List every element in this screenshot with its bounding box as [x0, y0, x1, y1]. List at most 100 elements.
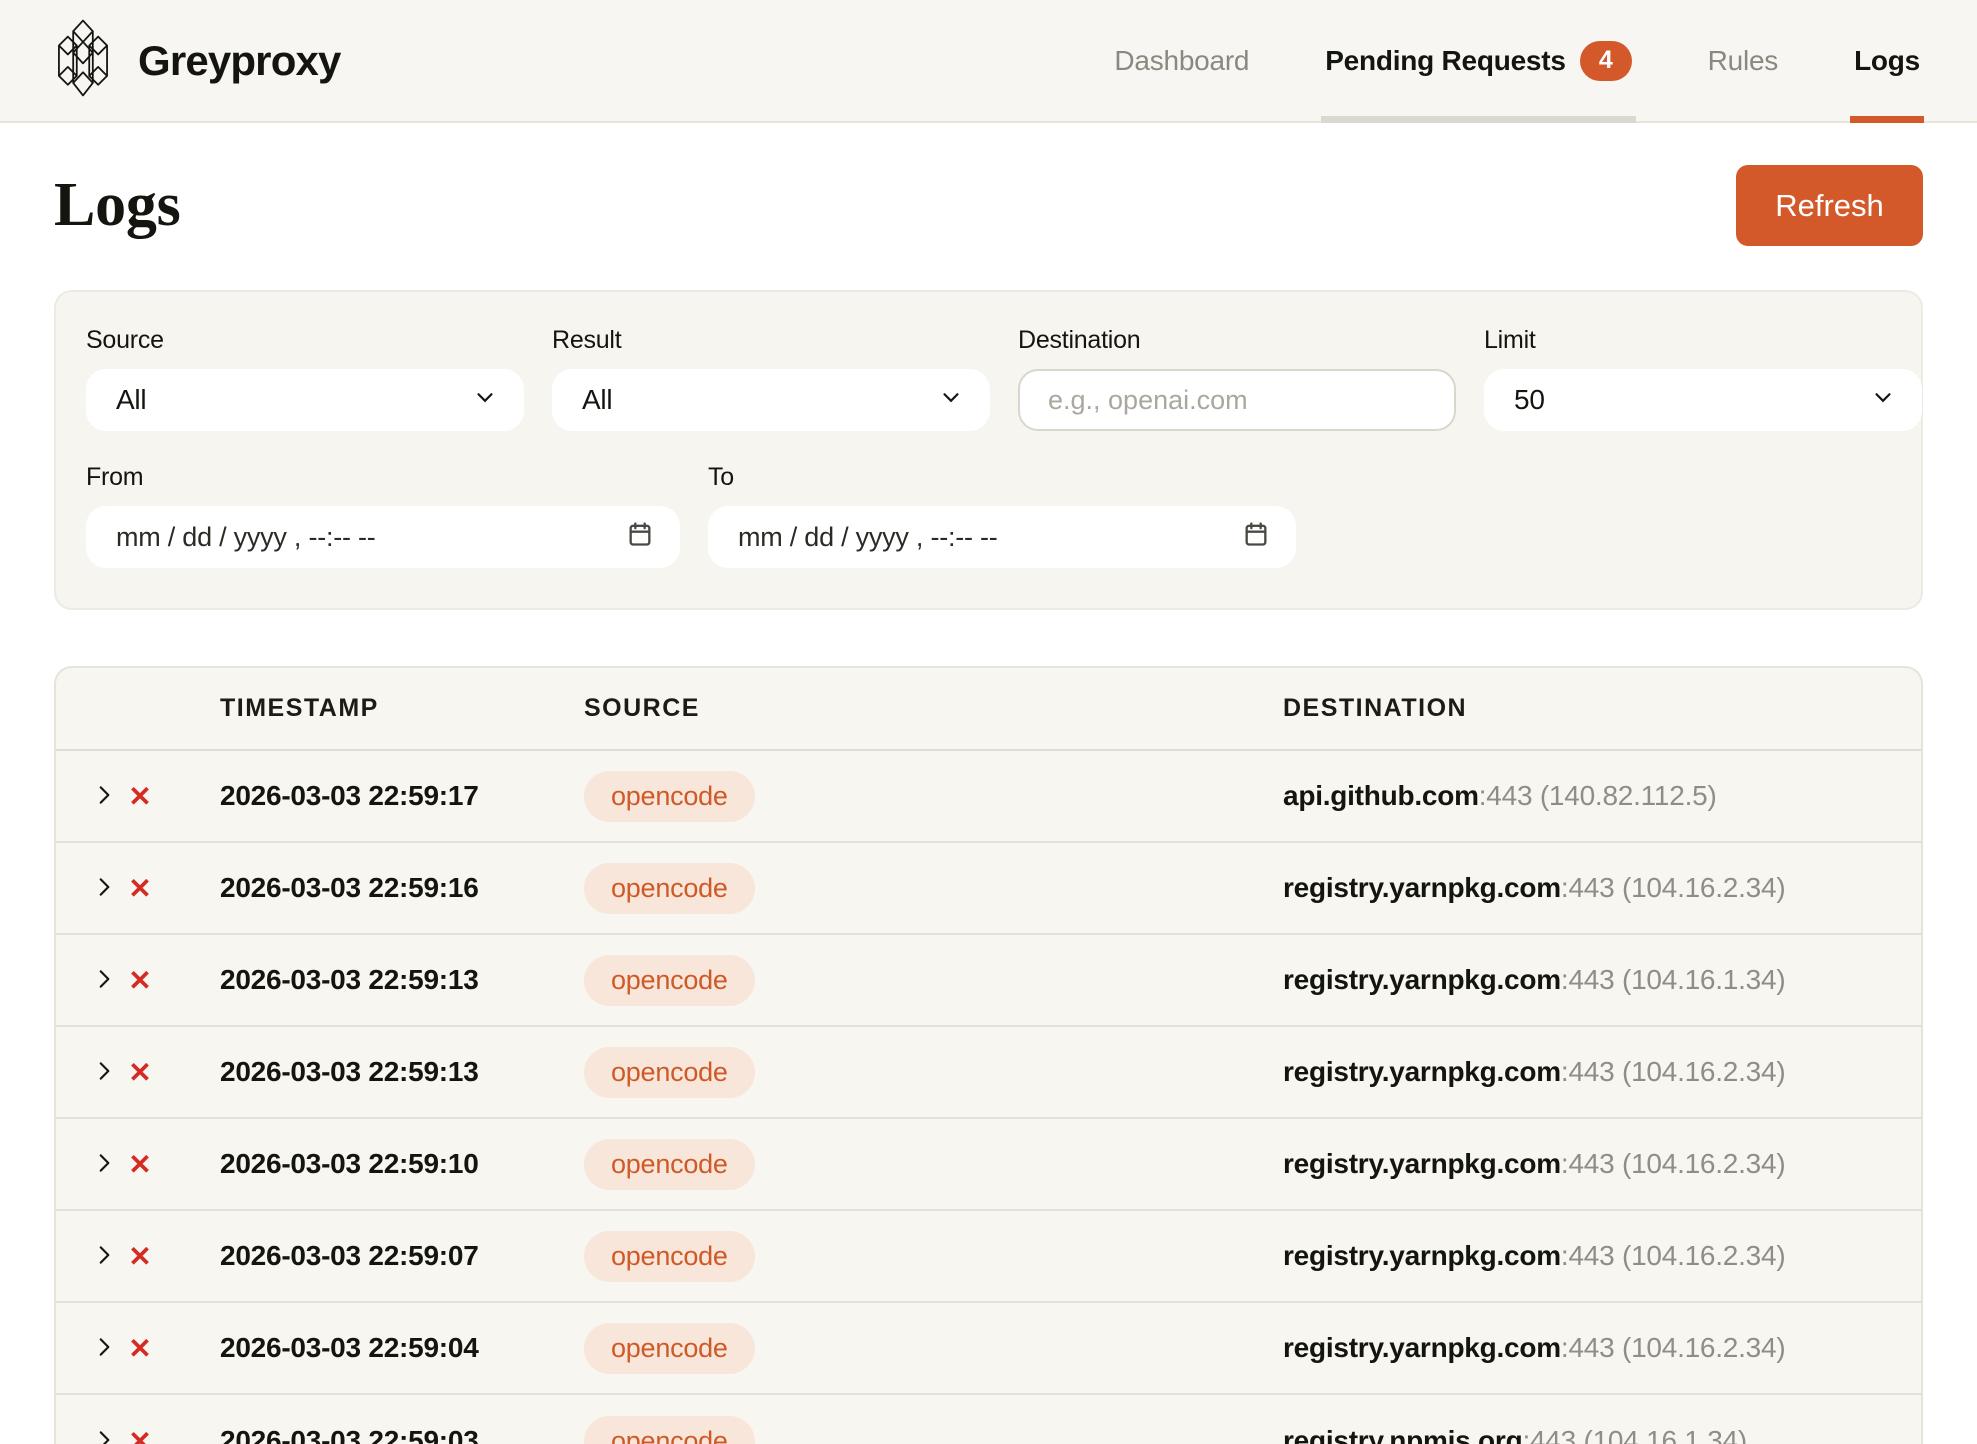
- destination-port-ip: :443 (104.16.2.34): [1561, 1148, 1786, 1179]
- nav-label: Dashboard: [1114, 45, 1249, 77]
- timestamp-cell: 2026-03-03 22:59:07: [178, 1240, 550, 1272]
- log-row: ✕ 2026-03-03 22:59:16 opencode registry.…: [56, 843, 1921, 935]
- nav-label: Pending Requests: [1325, 45, 1565, 77]
- chevron-right-icon: [91, 966, 117, 995]
- chevron-right-icon: [91, 1427, 117, 1444]
- expand-row-button[interactable]: [86, 870, 122, 906]
- destination-cell: registry.npmjs.org:443 (104.16.1.34): [1249, 1425, 1891, 1444]
- chevron-right-icon: [91, 1058, 117, 1087]
- delete-row-button[interactable]: ✕: [122, 778, 158, 814]
- source-cell: opencode: [550, 1323, 1249, 1374]
- limit-label: Limit: [1484, 326, 1922, 355]
- destination-host: registry.yarnpkg.com: [1283, 964, 1561, 995]
- chevron-right-icon: [91, 782, 117, 811]
- delete-row-button[interactable]: ✕: [122, 1238, 158, 1274]
- destination-input[interactable]: [1018, 369, 1456, 431]
- x-icon: ✕: [128, 1240, 151, 1273]
- expand-row-button[interactable]: [86, 1054, 122, 1090]
- brand-name: Greyproxy: [138, 37, 341, 85]
- source-select[interactable]: All: [86, 369, 524, 431]
- logs-table: TIMESTAMP SOURCE DESTINATION ✕ 2026-03-0…: [54, 666, 1923, 1444]
- destination-host: registry.yarnpkg.com: [1283, 1240, 1561, 1271]
- nav-label: Logs: [1854, 45, 1920, 77]
- timestamp-cell: 2026-03-03 22:59:17: [178, 780, 550, 812]
- source-cell: opencode: [550, 1047, 1249, 1098]
- nav-item-dashboard[interactable]: Dashboard: [1114, 0, 1249, 121]
- chevron-down-icon: [472, 384, 498, 417]
- expand-row-button[interactable]: [86, 962, 122, 998]
- expand-row-button[interactable]: [86, 1146, 122, 1182]
- x-icon: ✕: [128, 1056, 151, 1089]
- source-badge: opencode: [584, 1047, 755, 1098]
- delete-row-button[interactable]: ✕: [122, 870, 158, 906]
- destination-host: registry.yarnpkg.com: [1283, 1148, 1561, 1179]
- destination-cell: registry.yarnpkg.com:443 (104.16.2.34): [1249, 1148, 1891, 1180]
- calendar-icon[interactable]: [626, 520, 654, 555]
- delete-row-button[interactable]: ✕: [122, 1054, 158, 1090]
- timestamp-cell: 2026-03-03 22:59:13: [178, 964, 550, 996]
- chevron-down-icon: [938, 384, 964, 417]
- log-row: ✕ 2026-03-03 22:59:04 opencode registry.…: [56, 1303, 1921, 1395]
- nav-item-rules[interactable]: Rules: [1708, 0, 1778, 121]
- destination-cell: registry.yarnpkg.com:443 (104.16.2.34): [1249, 1332, 1891, 1364]
- destination-port-ip: :443 (104.16.2.34): [1561, 1240, 1786, 1271]
- log-row: ✕ 2026-03-03 22:59:13 opencode registry.…: [56, 1027, 1921, 1119]
- from-label: From: [86, 463, 680, 492]
- calendar-icon[interactable]: [1242, 520, 1270, 555]
- expand-row-button[interactable]: [86, 778, 122, 814]
- limit-value: 50: [1514, 384, 1870, 416]
- source-cell: opencode: [550, 1231, 1249, 1282]
- x-icon: ✕: [128, 964, 151, 997]
- destination-label: Destination: [1018, 326, 1456, 355]
- destination-host: registry.yarnpkg.com: [1283, 1332, 1561, 1363]
- refresh-button[interactable]: Refresh: [1736, 165, 1923, 246]
- brand: Greyproxy: [54, 17, 341, 104]
- table-body: ✕ 2026-03-03 22:59:17 opencode api.githu…: [56, 751, 1921, 1444]
- main-nav: Dashboard Pending Requests 4 Rules Logs: [1114, 0, 1920, 121]
- destination-port-ip: :443 (104.16.1.34): [1522, 1425, 1747, 1444]
- expand-row-button[interactable]: [86, 1330, 122, 1366]
- nav-item-logs[interactable]: Logs: [1854, 0, 1920, 121]
- destination-cell: registry.yarnpkg.com:443 (104.16.2.34): [1249, 872, 1891, 904]
- source-badge: opencode: [584, 955, 755, 1006]
- limit-select[interactable]: 50: [1484, 369, 1922, 431]
- chevron-right-icon: [91, 1150, 117, 1179]
- expand-row-button[interactable]: [86, 1238, 122, 1274]
- from-datetime-input[interactable]: mm / dd / yyyy , --:-- --: [86, 506, 680, 568]
- chevron-right-icon: [91, 874, 117, 903]
- timestamp-cell: 2026-03-03 22:59:13: [178, 1056, 550, 1088]
- filter-source: Source All: [86, 326, 524, 431]
- destination-port-ip: :443 (104.16.2.34): [1561, 1056, 1786, 1087]
- log-row: ✕ 2026-03-03 22:59:13 opencode registry.…: [56, 935, 1921, 1027]
- column-header-destination: DESTINATION: [1249, 694, 1891, 723]
- filters-panel: Source All Result All Destinat: [54, 290, 1923, 610]
- destination-host: registry.yarnpkg.com: [1283, 872, 1561, 903]
- to-datetime-input[interactable]: mm / dd / yyyy , --:-- --: [708, 506, 1296, 568]
- source-badge: opencode: [584, 1231, 755, 1282]
- filter-destination: Destination: [1018, 326, 1456, 431]
- nav-underline-active: [1850, 116, 1924, 123]
- result-label: Result: [552, 326, 990, 355]
- source-value: All: [116, 384, 472, 416]
- log-row: ✕ 2026-03-03 22:59:17 opencode api.githu…: [56, 751, 1921, 843]
- filter-limit: Limit 50: [1484, 326, 1922, 431]
- destination-port-ip: :443 (104.16.2.34): [1561, 1332, 1786, 1363]
- page-title: Logs: [54, 170, 181, 241]
- delete-row-button[interactable]: ✕: [122, 962, 158, 998]
- expand-row-button[interactable]: [86, 1423, 122, 1444]
- delete-row-button[interactable]: ✕: [122, 1146, 158, 1182]
- filter-result: Result All: [552, 326, 990, 431]
- pending-count-badge: 4: [1580, 41, 1632, 81]
- nav-item-pending-requests[interactable]: Pending Requests 4: [1325, 0, 1631, 121]
- to-label: To: [708, 463, 1296, 492]
- source-cell: opencode: [550, 771, 1249, 822]
- result-select[interactable]: All: [552, 369, 990, 431]
- delete-row-button[interactable]: ✕: [122, 1330, 158, 1366]
- delete-row-button[interactable]: ✕: [122, 1423, 158, 1444]
- nav-underline-gray: [1321, 116, 1635, 123]
- filter-from: From mm / dd / yyyy , --:-- --: [86, 463, 680, 568]
- x-icon: ✕: [128, 872, 151, 905]
- log-row: ✕ 2026-03-03 22:59:10 opencode registry.…: [56, 1119, 1921, 1211]
- source-cell: opencode: [550, 955, 1249, 1006]
- source-cell: opencode: [550, 863, 1249, 914]
